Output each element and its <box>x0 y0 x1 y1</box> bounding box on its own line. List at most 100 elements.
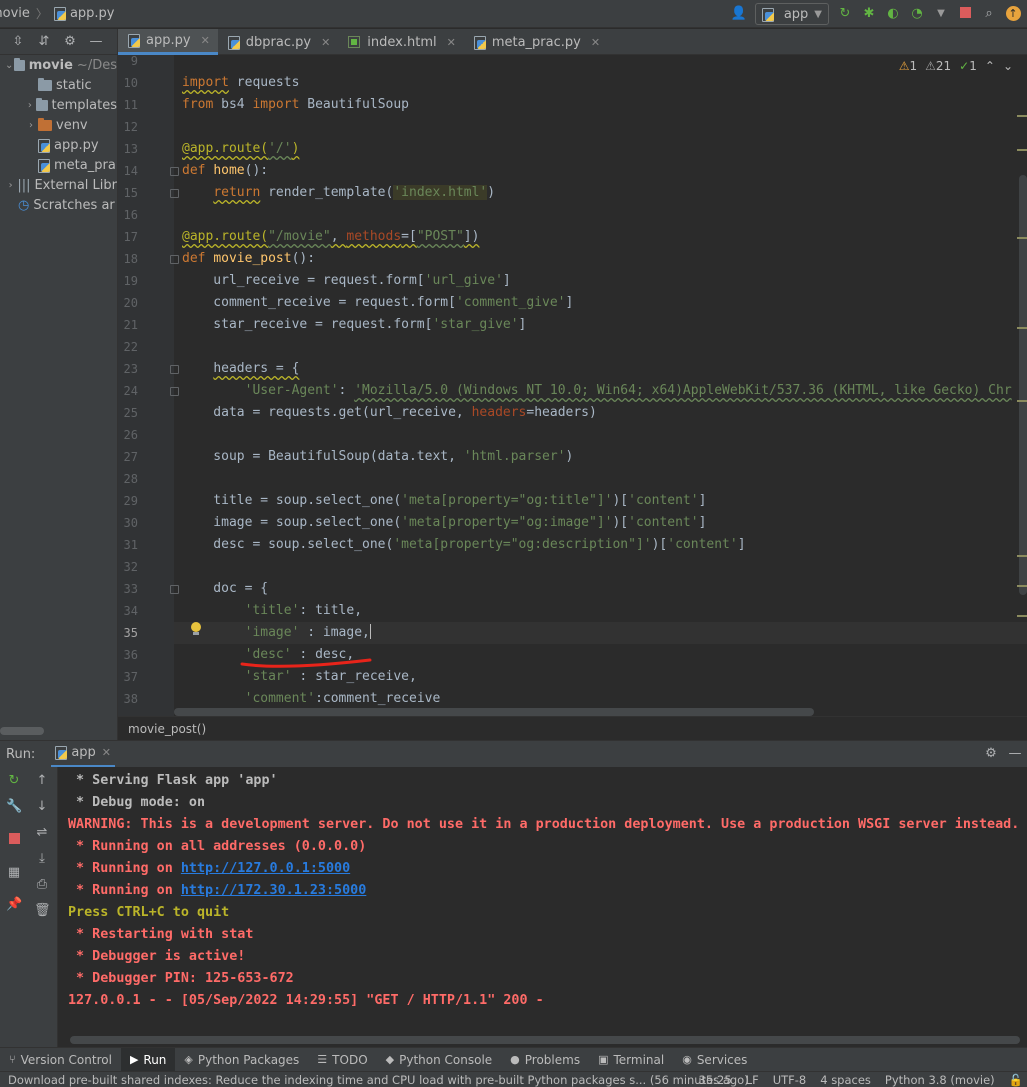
error-stripe-marker[interactable] <box>1017 149 1027 151</box>
code-line[interactable]: data = requests.get(url_receive, headers… <box>182 402 597 424</box>
code-line[interactable]: def movie_post(): <box>182 248 315 270</box>
tool-window-button[interactable]: ⑂ Version Control <box>0 1048 121 1072</box>
close-icon[interactable]: ✕ <box>591 36 600 49</box>
code-editor[interactable]: 9 10 11 12 13 14 15 16 17 18 19 20 21 22 23 24 25 26 27 28 2… <box>118 55 1027 716</box>
layout-icon[interactable]: ▦ <box>6 865 22 881</box>
run-tab-app[interactable]: app ✕ <box>51 741 116 768</box>
expand-all-icon[interactable]: ⇳ <box>10 34 26 50</box>
soft-wrap-icon[interactable]: ⇌ <box>34 825 50 841</box>
hide-icon[interactable]: — <box>88 34 104 50</box>
arrow-up-icon[interactable]: ↑ <box>34 773 50 789</box>
tool-window-button[interactable]: ◈ Python Packages <box>175 1048 308 1072</box>
fold-marker-icon[interactable] <box>170 387 179 396</box>
fold-marker-icon[interactable] <box>170 167 179 176</box>
code-line[interactable]: from bs4 import BeautifulSoup <box>182 94 409 116</box>
tree-item[interactable]: meta_pra <box>0 155 117 175</box>
code-line[interactable]: doc = { <box>182 578 268 600</box>
console-horizontal-scrollbar[interactable] <box>70 1036 1020 1044</box>
code-line[interactable]: desc = soup.select_one('meta[property="o… <box>182 534 745 556</box>
close-icon[interactable]: ✕ <box>321 36 330 49</box>
nav-file-crumb[interactable]: app.py <box>70 6 115 21</box>
chevron-down-icon[interactable]: ⌄ <box>1003 59 1013 73</box>
code-line[interactable]: return render_template('index.html') <box>182 182 495 204</box>
code-line[interactable]: @app.route("/movie", methods=["POST"]) <box>182 226 479 248</box>
error-stripe-marker[interactable] <box>1017 400 1027 402</box>
status-indent[interactable]: 4 spaces <box>820 1073 871 1087</box>
code-line[interactable]: title = soup.select_one('meta[property="… <box>182 490 706 512</box>
close-icon[interactable]: ✕ <box>102 746 111 759</box>
tool-window-button[interactable]: ◆ Python Console <box>377 1048 502 1072</box>
trash-icon[interactable]: 🗑 <box>34 903 51 919</box>
editor-tab[interactable]: app.py ✕ <box>118 29 218 55</box>
typo-count[interactable]: ✓1 <box>959 59 977 73</box>
code-line[interactable]: soup = BeautifulSoup(data.text, 'html.pa… <box>182 446 573 468</box>
tree-item[interactable]: app.py <box>0 135 117 155</box>
console-link[interactable]: http://127.0.0.1:5000 <box>181 861 350 876</box>
chevron-right-icon[interactable]: › <box>4 180 17 191</box>
code-line[interactable]: star_receive = request.form['star_give'] <box>182 314 526 336</box>
chevron-down-icon[interactable]: ⌄ <box>4 60 14 71</box>
error-stripe-marker[interactable] <box>1017 327 1027 329</box>
fold-marker-icon[interactable] <box>170 365 179 374</box>
debug-icon[interactable]: ✱ <box>861 6 877 22</box>
status-message[interactable]: Download pre-built shared indexes: Reduc… <box>0 1073 749 1087</box>
status-position[interactable]: 35:25 <box>699 1073 732 1087</box>
code-line[interactable]: url_receive = request.form['url_give'] <box>182 270 510 292</box>
error-stripe-marker[interactable] <box>1017 585 1027 587</box>
scroll-to-end-icon[interactable]: ⤓ <box>34 851 50 867</box>
code-line[interactable]: image = soup.select_one('meta[property="… <box>182 512 706 534</box>
warning-count[interactable]: ⚠1 <box>899 59 917 73</box>
editor-tab[interactable]: dbprac.py ✕ <box>218 29 339 55</box>
editor-horizontal-scrollbar[interactable] <box>174 708 814 716</box>
collapse-all-icon[interactable]: ⇵ <box>36 34 52 50</box>
close-icon[interactable]: ✕ <box>447 36 456 49</box>
coverage-icon[interactable]: ◐ <box>885 6 901 22</box>
tree-item[interactable]: ◷ Scratches ar <box>0 195 117 215</box>
chevron-right-icon[interactable]: › <box>24 120 38 131</box>
tree-item[interactable]: › templates <box>0 95 117 115</box>
hide-icon[interactable]: — <box>1007 746 1023 762</box>
lock-icon[interactable]: 🔓 <box>1009 1073 1023 1087</box>
code-line[interactable]: 'title': title, <box>182 600 362 622</box>
fold-marker-icon[interactable] <box>170 585 179 594</box>
nav-project-crumb[interactable]: movie <box>0 6 30 21</box>
status-line-ending[interactable]: LF <box>746 1073 759 1087</box>
stop-icon[interactable] <box>6 833 22 849</box>
fold-marker-icon[interactable] <box>170 255 179 264</box>
rerun-icon[interactable]: ↻ <box>6 773 22 789</box>
code-line[interactable]: def home(): <box>182 160 268 182</box>
code-line[interactable]: 'comment':comment_receive <box>182 688 441 710</box>
user-icon[interactable]: 👤 <box>731 6 747 22</box>
pin-icon[interactable]: 📌 <box>6 897 22 913</box>
tree-item[interactable]: static <box>0 75 117 95</box>
run-console[interactable]: * Serving Flask app 'app' * Debug mode: … <box>58 767 1027 1035</box>
code-line[interactable]: 'User-Agent': 'Mozilla/5.0 (Windows NT 1… <box>182 380 1012 402</box>
project-scrollbar[interactable] <box>0 727 44 735</box>
tool-window-button[interactable]: ▣ Terminal <box>589 1048 673 1072</box>
tool-window-button[interactable]: ● Problems <box>501 1048 589 1072</box>
gear-icon[interactable]: ⚙ <box>983 746 999 762</box>
lightbulb-icon[interactable] <box>190 622 202 636</box>
search-icon[interactable]: ⌕ <box>981 6 997 22</box>
console-link[interactable]: http://172.30.1.23:5000 <box>181 883 366 898</box>
inspections-widget[interactable]: ⚠1 ⚠21 ✓1 ⌃ ⌄ <box>899 59 1013 73</box>
update-icon[interactable]: ↑ <box>1005 6 1021 22</box>
code-line[interactable]: @app.route('/') <box>182 138 299 160</box>
close-icon[interactable]: ✕ <box>201 34 210 47</box>
stop-icon[interactable] <box>957 6 973 22</box>
code-line[interactable]: headers = { <box>182 358 299 380</box>
editor-tab[interactable]: index.html ✕ <box>338 29 464 55</box>
breadcrumb-function[interactable]: movie_post() <box>128 722 206 736</box>
weak-warning-count[interactable]: ⚠21 <box>925 59 951 73</box>
error-stripe-marker[interactable] <box>1017 237 1027 239</box>
print-icon[interactable]: ⎙ <box>34 877 50 893</box>
tool-window-button[interactable]: ☰ TODO <box>308 1048 376 1072</box>
tree-item[interactable]: ⌄ movie ~/Des <box>0 55 117 75</box>
tool-window-button[interactable]: ▶ Run <box>120 1047 176 1072</box>
code-line[interactable]: import requests <box>182 72 299 94</box>
chevron-right-icon[interactable]: › <box>24 100 36 111</box>
arrow-down-icon[interactable]: ↓ <box>34 799 50 815</box>
tree-item[interactable]: › venv <box>0 115 117 135</box>
run-configuration-select[interactable]: app ▼ <box>754 3 829 25</box>
error-stripe-marker[interactable] <box>1017 115 1027 117</box>
